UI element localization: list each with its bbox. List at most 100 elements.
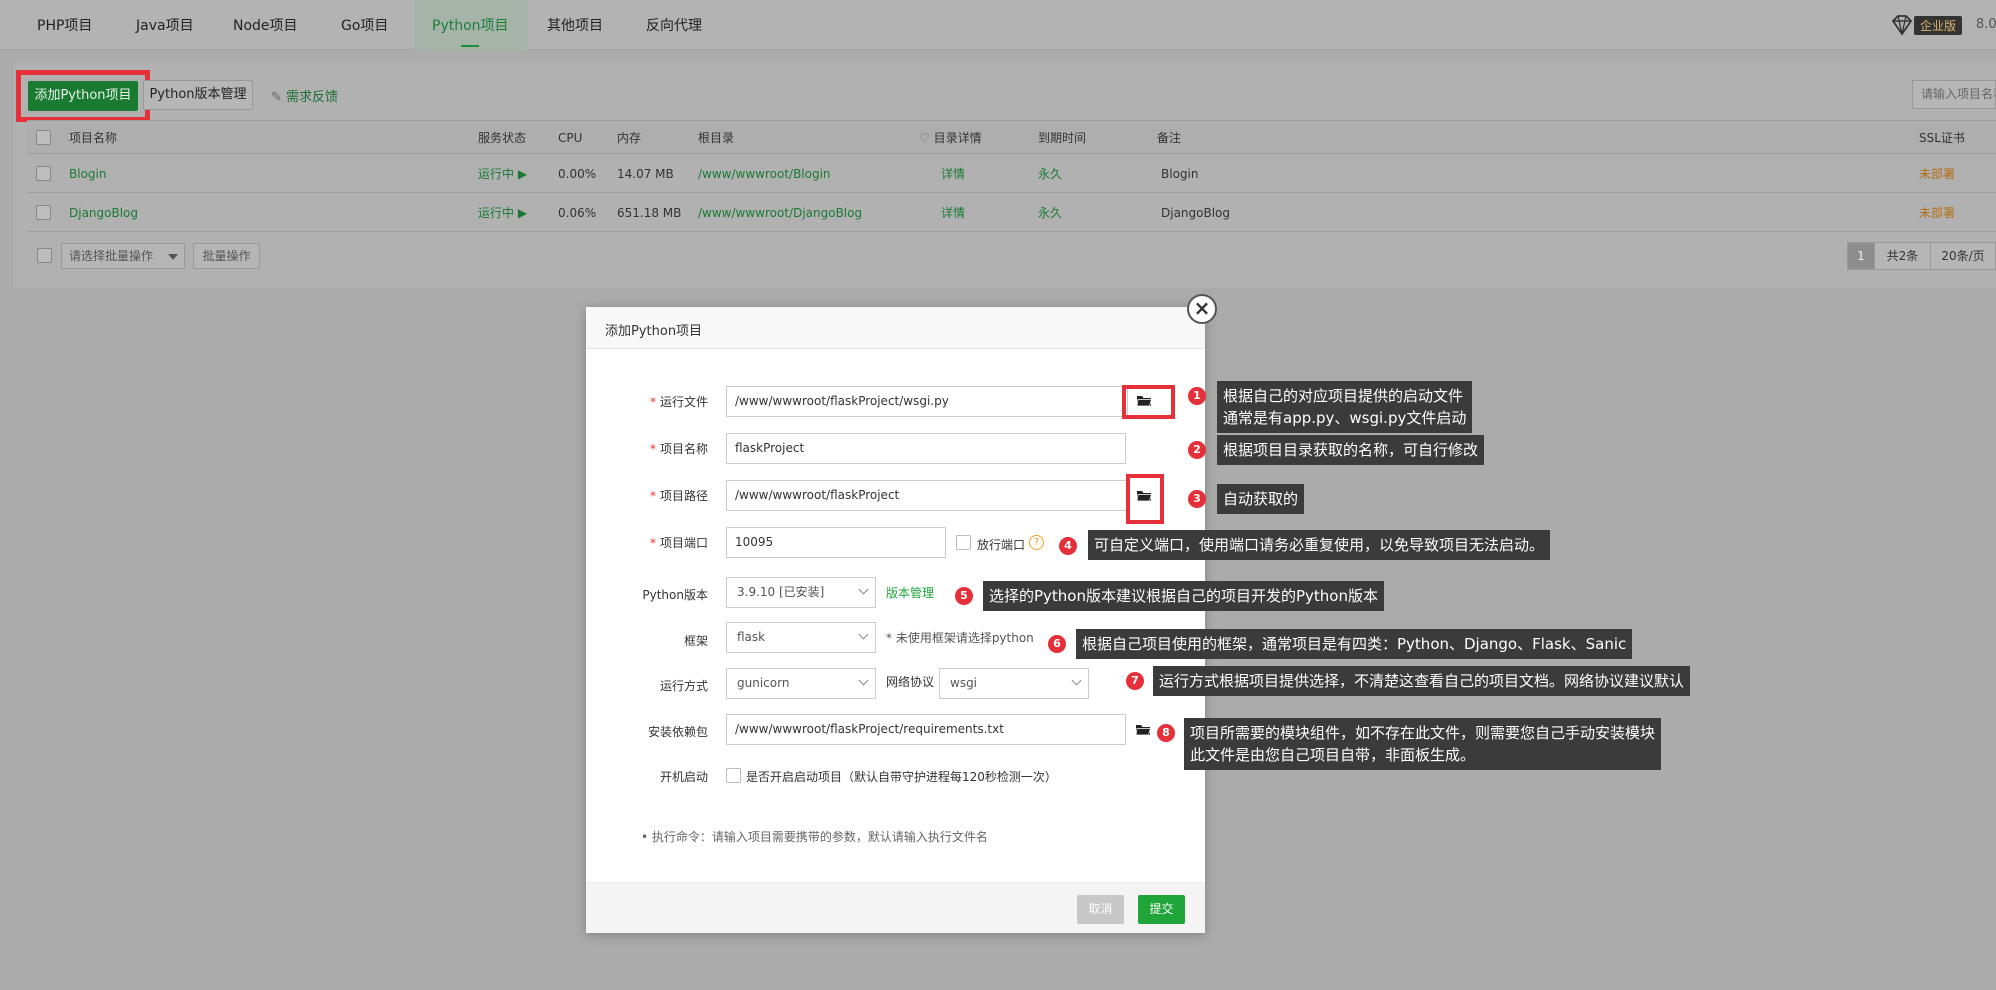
tab-other[interactable]: 其他项目 <box>547 0 603 50</box>
tab-python[interactable]: Python项目 <box>414 0 527 50</box>
tab-node[interactable]: Node项目 <box>233 0 298 50</box>
protocol-select[interactable]: wsgi <box>939 668 1089 699</box>
chevron-down-icon <box>1071 675 1082 686</box>
note-value[interactable]: DjangoBlog <box>1161 194 1230 231</box>
project-port-input[interactable]: 10095 <box>726 527 946 558</box>
root-dir-link[interactable]: /www/wwwroot/Blogin <box>698 155 831 192</box>
requirements-input[interactable]: /www/wwwroot/flaskProject/requirements.t… <box>726 714 1126 745</box>
table-row: DjangoBlog 运行中 ▶ 0.06% 651.18 MB /www/ww… <box>27 194 1996 232</box>
service-status[interactable]: 运行中 ▶ <box>478 155 527 192</box>
framework-value: flask <box>737 630 766 644</box>
detail-link[interactable]: 详情 <box>941 155 965 192</box>
annotation-line: 项目所需要的模块组件，如不存在此文件，则需要您自己手动安装模块 <box>1190 724 1656 742</box>
select-all-checkbox[interactable] <box>36 130 51 145</box>
tab-php[interactable]: PHP项目 <box>37 0 92 50</box>
tab-go[interactable]: Go项目 <box>341 0 388 50</box>
table-row: Blogin 运行中 ▶ 0.00% 14.07 MB /www/wwwroot… <box>27 155 1996 193</box>
diamond-icon <box>1891 15 1913 36</box>
close-icon[interactable]: × <box>1187 294 1217 324</box>
command-hint-text: 执行命令：请输入项目需要携带的参数，默认请输入执行文件名 <box>651 830 988 844</box>
search-input[interactable]: 请输入项目名称 <box>1912 80 1996 109</box>
requirements-label: 安装依赖包 <box>647 725 708 739</box>
col-cpu: CPU <box>558 131 583 145</box>
expire-value[interactable]: 永久 <box>1038 194 1062 231</box>
annotation-tooltip: 自动获取的 <box>1217 484 1305 514</box>
annotation-number: 8 <box>1157 724 1175 742</box>
detail-link[interactable]: 详情 <box>941 194 965 231</box>
open-port-label: 放行端口 <box>977 538 1026 552</box>
python-version-value: 3.9.10 [已安装] <box>737 585 825 599</box>
project-path-input[interactable]: /www/wwwroot/flaskProject <box>726 480 1128 511</box>
feedback-link[interactable]: ✎ 需求反馈 <box>271 86 338 105</box>
ssl-status[interactable]: 未部署 <box>1919 194 1955 231</box>
annotation-tooltip: 根据项目目录获取的名称，可自行修改 <box>1217 435 1485 465</box>
root-dir-link[interactable]: /www/wwwroot/DjangoBlog <box>698 194 862 231</box>
annotation-line: 选择的Python版本建议根据自己的项目开发的Python版本 <box>989 587 1378 605</box>
batch-select-all-checkbox[interactable] <box>37 248 52 263</box>
annotation-number: 5 <box>955 587 973 605</box>
annotation-tooltip: 根据自己项目使用的框架，通常项目是有四类：Python、Django、Flask… <box>1076 629 1633 659</box>
col-mem: 内存 <box>617 131 642 145</box>
annotation-line: 通常是有app.py、wsgi.py文件启动 <box>1223 409 1467 427</box>
submit-button[interactable]: 提交 <box>1138 895 1185 924</box>
mem-value: 651.18 MB <box>617 206 682 220</box>
autostart-checkbox[interactable] <box>726 768 741 783</box>
run-file-label: * 运行文件 <box>649 395 708 409</box>
col-status: 服务状态 <box>478 131 527 145</box>
expire-value[interactable]: 永久 <box>1038 155 1062 192</box>
row-checkbox[interactable] <box>36 205 51 220</box>
edition-info: 企业版 8.0.4 <box>1890 14 1996 36</box>
dialog-title: 添加Python项目 <box>605 324 703 339</box>
page-current[interactable]: 1 <box>1847 242 1875 270</box>
annotation-line: 此文件是由您自己项目自带，非面板生成。 <box>1190 746 1476 764</box>
edit-icon: ✎ <box>271 90 282 105</box>
col-ssl: SSL证书 <box>1919 131 1965 145</box>
ssl-status[interactable]: 未部署 <box>1919 155 1955 192</box>
version-text: 8.0.4 <box>1976 17 1996 32</box>
col-name: 项目名称 <box>69 131 118 145</box>
folder-icon[interactable] <box>1136 394 1152 407</box>
row-checkbox[interactable] <box>36 166 51 181</box>
run-mode-label: 运行方式 <box>659 679 708 693</box>
open-port-checkbox[interactable] <box>956 535 971 550</box>
python-version-manage-button[interactable]: Python版本管理 <box>143 80 253 110</box>
version-manage-link[interactable]: 版本管理 <box>886 584 934 601</box>
project-port-label: * 项目端口 <box>649 536 708 550</box>
dialog-header: 添加Python项目 <box>586 307 1205 349</box>
tab-python-label: Python项目 <box>432 18 509 34</box>
run-mode-value: gunicorn <box>737 676 790 690</box>
mem-value: 14.07 MB <box>617 167 674 181</box>
project-name-input[interactable]: flaskProject <box>726 433 1126 464</box>
feedback-label: 需求反馈 <box>286 90 339 105</box>
run-file-input[interactable]: /www/wwwroot/flaskProject/wsgi.py <box>726 386 1128 417</box>
annotation-line: 根据自己的对应项目提供的启动文件 <box>1223 387 1464 405</box>
note-value[interactable]: Blogin <box>1161 155 1198 192</box>
batch-operation-button[interactable]: 批量操作 <box>193 243 260 269</box>
annotation-number: 6 <box>1048 635 1066 653</box>
caret-down-icon <box>168 254 178 260</box>
annotation-tooltip: 项目所需要的模块组件，如不存在此文件，则需要您自己手动安装模块 此文件是由您自己… <box>1184 718 1662 770</box>
framework-hint: * 未使用框架请选择python <box>886 631 1034 645</box>
page-size[interactable]: 20条/页 <box>1930 242 1996 270</box>
page-total: 共2条 <box>1874 242 1931 270</box>
tab-java[interactable]: Java项目 <box>136 0 194 50</box>
col-detail-label: 目录详情 <box>933 131 982 145</box>
tab-reverse-proxy[interactable]: 反向代理 <box>646 0 702 50</box>
project-name-link[interactable]: Blogin <box>69 155 106 192</box>
cancel-button[interactable]: 取消 <box>1077 895 1124 924</box>
chevron-down-icon <box>858 629 869 640</box>
folder-icon[interactable] <box>1136 489 1152 502</box>
python-version-label: Python版本 <box>642 588 708 602</box>
cpu-value: 0.06% <box>558 206 597 220</box>
run-mode-select[interactable]: gunicorn <box>726 668 876 699</box>
batch-operation-select[interactable]: 请选择批量操作 <box>61 243 185 269</box>
help-icon[interactable]: ? <box>1029 535 1044 550</box>
framework-select[interactable]: flask <box>726 622 876 653</box>
top-nav: PHP项目 Java项目 Node项目 Go项目 Python项目 其他项目 反… <box>0 0 1996 50</box>
project-name-link[interactable]: DjangoBlog <box>69 194 138 231</box>
python-version-select[interactable]: 3.9.10 [已安装] <box>726 577 876 608</box>
service-status[interactable]: 运行中 ▶ <box>478 194 527 231</box>
active-tab-underline <box>461 45 480 47</box>
protocol-value: wsgi <box>950 676 978 690</box>
folder-icon[interactable] <box>1135 723 1151 736</box>
